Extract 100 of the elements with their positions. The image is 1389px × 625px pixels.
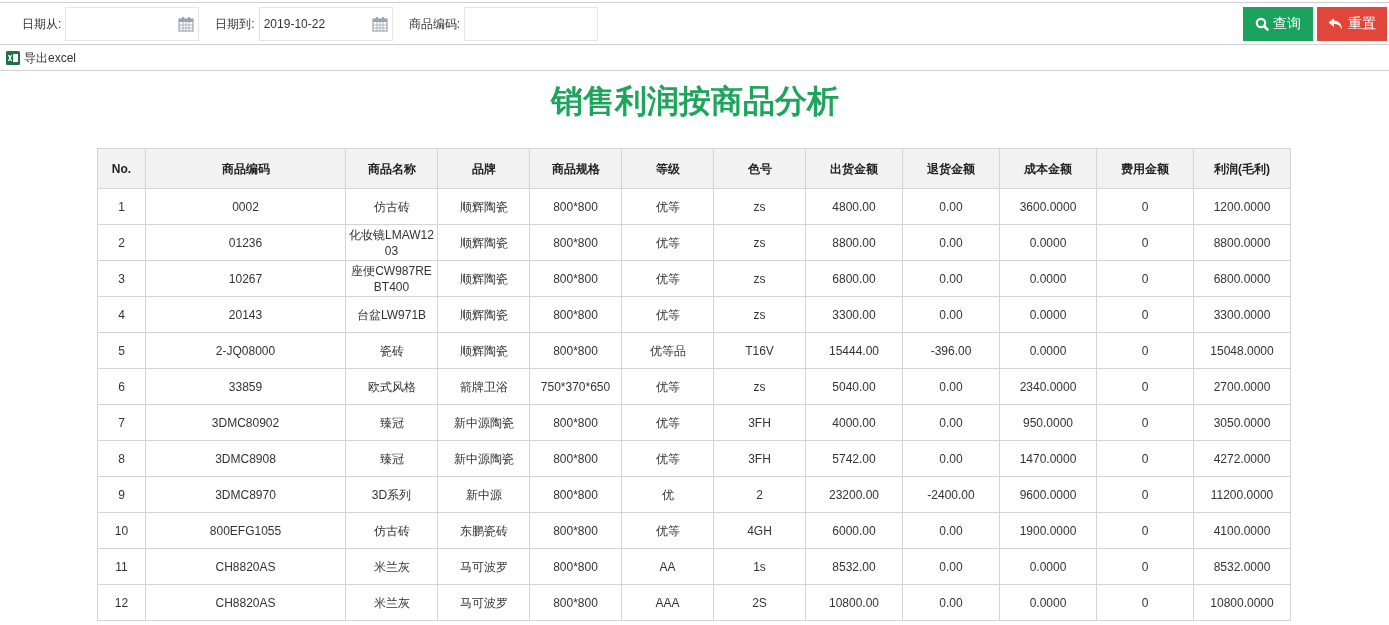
table-cell: 0 [1096,260,1194,297]
table-cell: 优等 [621,368,714,405]
table-cell: 4272.0000 [1193,440,1291,477]
table-cell: 新中源陶瓷 [437,440,530,477]
table-cell: 马可波罗 [437,584,530,621]
table-cell: 0 [1096,584,1194,621]
table-cell: 11200.0000 [1193,476,1291,513]
date-field[interactable]: 2019-10-22 [258,6,393,41]
input-field[interactable] [464,6,599,41]
report-title: 销售利润按商品分析 [549,82,840,121]
table-cell: 800*800 [529,512,622,549]
table-cell: 1s [713,548,806,585]
table-cell: 8800.00 [805,224,903,261]
table-cell: 座便CW987REBT400 [345,260,438,297]
table-cell: 0002 [145,188,346,225]
search-icon [1255,16,1269,31]
column-header: 退货金额 [902,148,1000,189]
table-cell: 750*370*650 [529,368,622,405]
table-cell: 800*800 [529,440,622,477]
table-cell: 优等 [621,260,714,297]
column-header: 等级 [621,148,714,189]
table-cell: 10 [97,512,146,549]
table-cell: 6800.00 [805,260,903,297]
table-cell: 2-JQ08000 [145,332,346,369]
table-cell: 1470.0000 [999,440,1097,477]
table-cell: 箭牌卫浴 [437,368,530,405]
table-cell: 0 [1096,332,1194,369]
column-header: 商品规格 [529,148,622,189]
table-cell: 0 [1096,188,1194,225]
table-cell: 4100.0000 [1193,512,1291,549]
table-cell: 顺辉陶瓷 [437,188,530,225]
calendar-icon[interactable] [178,15,195,32]
table-cell: 3DMC8970 [145,476,346,513]
table-cell: 5040.00 [805,368,903,405]
table-cell: 0.00 [902,368,1000,405]
table-cell: 台盆LW971B [345,296,438,333]
table-cell: 马可波罗 [437,548,530,585]
table-cell: 2S [713,584,806,621]
table-cell: 3DMC80902 [145,404,346,441]
table-cell: 臻冠 [345,440,438,477]
table-cell: 0.0000 [999,332,1097,369]
table-cell: 800EFG1055 [145,512,346,549]
table-cell: CH8820AS [145,584,346,621]
column-header: 成本金额 [999,148,1097,189]
calendar-icon[interactable] [371,15,388,32]
table-cell: 0 [1096,404,1194,441]
table-cell: 800*800 [529,548,622,585]
table-cell: zs [713,368,806,405]
table-cell: 9600.0000 [999,476,1097,513]
table-cell: 2 [97,224,146,261]
table-cell: 4000.00 [805,404,903,441]
table-cell: 米兰灰 [345,584,438,621]
table-cell: 顺辉陶瓷 [437,260,530,297]
table-cell: 3300.0000 [1193,296,1291,333]
export-excel-link[interactable]: 导出excel [24,48,76,67]
table-cell: 顺辉陶瓷 [437,296,530,333]
table-cell: 0.00 [902,296,1000,333]
table-cell: 0 [1096,512,1194,549]
table-cell: AA [621,548,714,585]
table-cell: 0.00 [902,260,1000,297]
reset-button[interactable]: 重置 [1317,6,1387,41]
table-cell: 米兰灰 [345,548,438,585]
table-cell: 优 [621,476,714,513]
table-cell: 10800.00 [805,584,903,621]
date-field[interactable] [65,6,200,41]
table-cell: 3D系列 [345,476,438,513]
table-cell: 0.00 [902,224,1000,261]
table-cell: 4GH [713,512,806,549]
table-cell: zs [713,188,806,225]
table-cell: 新中源 [437,476,530,513]
table-cell: 优等品 [621,332,714,369]
table-cell: 1900.0000 [999,512,1097,549]
table-cell: 欧式风格 [345,368,438,405]
table-cell: 0 [1096,368,1194,405]
column-header: 利润(毛利) [1193,148,1291,189]
column-header: 品牌 [437,148,530,189]
table-cell: 9 [97,476,146,513]
table-cell: 0 [1096,224,1194,261]
table-cell: 2700.0000 [1193,368,1291,405]
table-cell: 优等 [621,188,714,225]
table-cell: 11 [97,548,146,585]
table-cell: 化妆镜LMAW1203 [345,224,438,261]
table-cell: 3050.0000 [1193,404,1291,441]
table-cell: 5 [97,332,146,369]
table-cell: CH8820AS [145,548,346,585]
excel-icon [6,50,20,65]
column-header: No. [97,148,146,189]
table-cell: zs [713,224,806,261]
table-cell: 15444.00 [805,332,903,369]
table-cell: 0.00 [902,188,1000,225]
table-cell: 23200.00 [805,476,903,513]
table-cell: 6000.00 [805,512,903,549]
table-cell: 0.00 [902,404,1000,441]
table-cell: 15048.0000 [1193,332,1291,369]
table-cell: 优等 [621,296,714,333]
table-cell: 8532.00 [805,548,903,585]
filter-label: 商品编码: [408,15,461,33]
table-cell: 臻冠 [345,404,438,441]
table-cell: 2340.0000 [999,368,1097,405]
table-cell: -2400.00 [902,476,1000,513]
